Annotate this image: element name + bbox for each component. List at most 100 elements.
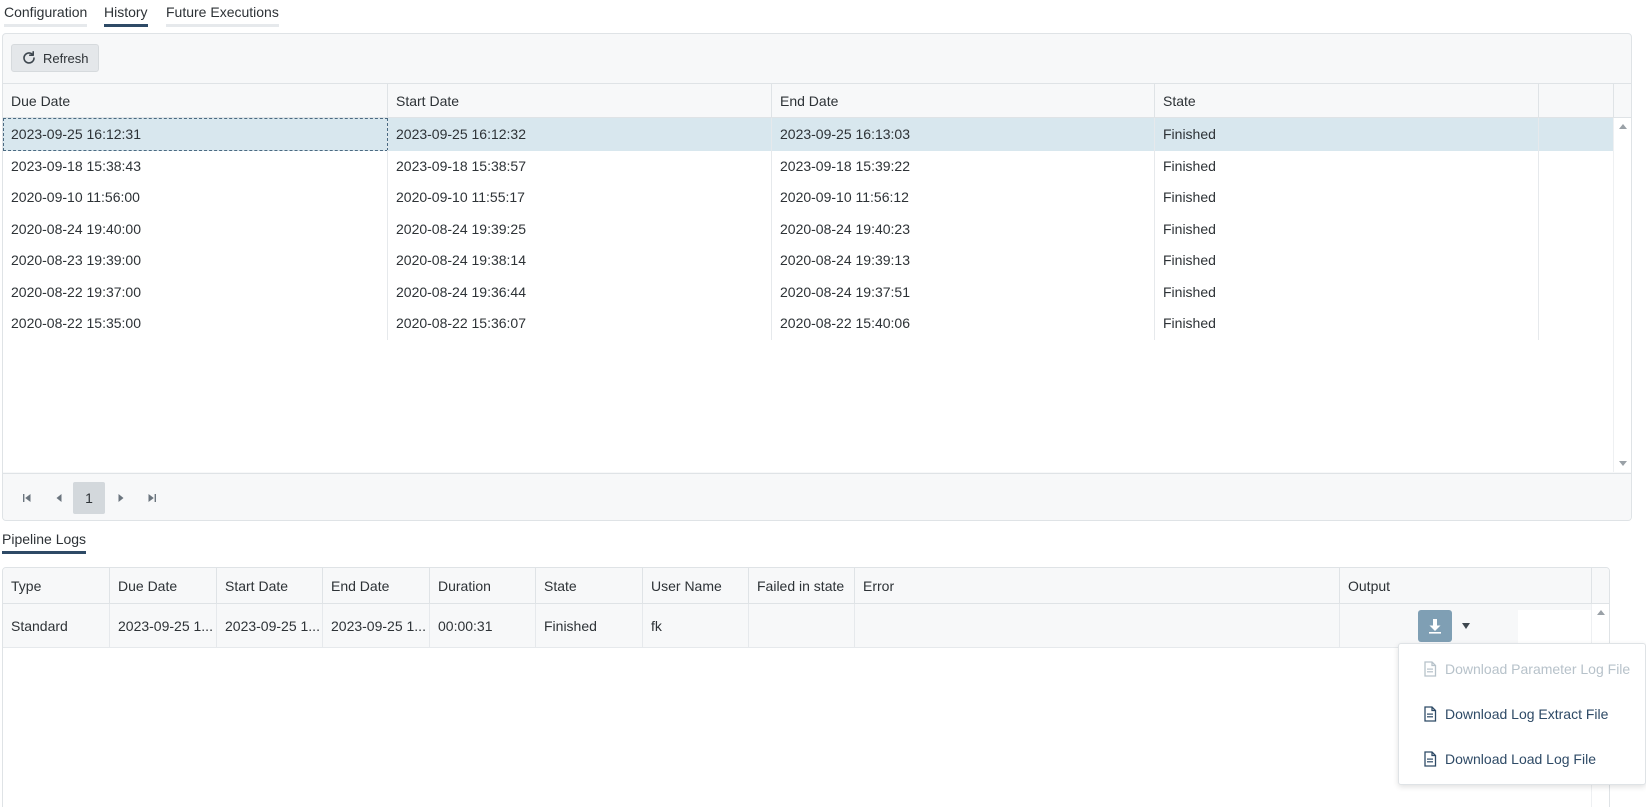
logs-header-scroll-cap <box>1591 568 1609 604</box>
cell-state: Finished <box>1155 307 1539 340</box>
history-toolbar: Refresh <box>3 34 1631 84</box>
output-cell-blank <box>1518 610 1593 644</box>
first-page-button[interactable] <box>11 482 43 514</box>
file-icon <box>1423 661 1437 677</box>
cell-state: Finished <box>1155 212 1539 246</box>
tab-configuration[interactable]: Configuration <box>4 4 88 27</box>
cell-due-date: 2020-09-10 11:56:00 <box>3 181 388 214</box>
history-scrollbar[interactable] <box>1613 118 1631 472</box>
file-icon <box>1423 751 1437 767</box>
history-grid: Due Date Start Date End Date State 2023-… <box>3 83 1631 472</box>
cell-end-date: 2023-09-25 16:13:03 <box>772 118 1155 151</box>
chevron-down-icon <box>1462 623 1470 629</box>
refresh-icon <box>21 50 37 66</box>
cell-end-date: 2020-08-24 19:39:13 <box>772 244 1155 277</box>
table-row[interactable]: 2023-09-25 16:12:31 2023-09-25 16:12:32 20… <box>3 118 1615 151</box>
logs-cell-failed-in-state <box>749 604 855 648</box>
menu-item-label: Download Parameter Log File <box>1445 661 1631 677</box>
column-header-start-date[interactable]: Start Date <box>388 84 772 118</box>
tab-history[interactable]: History <box>104 4 148 27</box>
table-row[interactable]: 2020-08-22 15:35:00 2020-08-22 15:36:07 20… <box>3 307 1615 340</box>
menu-item-download-load-log[interactable]: Download Load Log File <box>1399 739 1645 779</box>
logs-cell-end-date: 2023-09-25 1... <box>323 604 430 648</box>
history-panel: Refresh Due Date Start Date End Date Sta… <box>2 33 1632 521</box>
logs-column-end-date[interactable]: End Date <box>323 568 430 604</box>
cell-due-date: 2020-08-22 15:35:00 <box>3 307 388 340</box>
logs-cell-duration: 00:00:31 <box>430 604 536 648</box>
top-tabs: Configuration History Future Executions <box>0 0 600 30</box>
cell-due-date: 2020-08-24 19:40:00 <box>3 212 388 246</box>
last-page-button[interactable] <box>136 482 168 514</box>
logs-grid-header: Type Due Date Start Date End Date Durati… <box>3 568 1609 604</box>
cell-start-date: 2020-09-10 11:55:17 <box>388 181 772 214</box>
logs-column-user-name[interactable]: User Name <box>643 568 749 604</box>
cell-start-date: 2020-08-24 19:39:25 <box>388 212 772 246</box>
logs-column-error[interactable]: Error <box>855 568 1340 604</box>
logs-column-duration[interactable]: Duration <box>430 568 536 604</box>
file-icon <box>1423 706 1437 722</box>
download-icon <box>1429 619 1441 634</box>
prev-page-icon <box>56 494 62 502</box>
cell-due-date: 2023-09-25 16:12:31 <box>3 118 388 151</box>
menu-item-download-log-extract[interactable]: Download Log Extract File <box>1399 694 1645 734</box>
pipeline-logs-panel: Type Due Date Start Date End Date Durati… <box>2 567 1610 807</box>
menu-item-label: Download Load Log File <box>1445 751 1596 767</box>
table-row[interactable]: 2020-09-10 11:56:00 2020-09-10 11:55:17 20… <box>3 181 1615 214</box>
refresh-button[interactable]: Refresh <box>11 44 99 72</box>
table-row[interactable]: 2020-08-24 19:40:00 2020-08-24 19:39:25 20… <box>3 212 1615 246</box>
cell-end-date: 2020-08-24 19:37:51 <box>772 275 1155 309</box>
cell-due-date: 2020-08-23 19:39:00 <box>3 244 388 277</box>
cell-due-date: 2020-08-22 19:37:00 <box>3 275 388 309</box>
last-page-icon <box>148 494 156 502</box>
column-header-due-date[interactable]: Due Date <box>3 84 388 118</box>
cell-end-date: 2023-09-18 15:39:22 <box>772 149 1155 183</box>
logs-column-failed-in-state[interactable]: Failed in state <box>749 568 855 604</box>
cell-start-date: 2020-08-22 15:36:07 <box>388 307 772 340</box>
logs-column-start-date[interactable]: Start Date <box>217 568 323 604</box>
tab-pipeline-logs[interactable]: Pipeline Logs <box>2 531 87 554</box>
logs-cell-error <box>855 604 1340 648</box>
download-button[interactable] <box>1418 610 1452 642</box>
logs-scroll-up-icon[interactable] <box>1597 610 1605 615</box>
menu-item-label: Download Log Extract File <box>1445 706 1609 722</box>
page-number-current[interactable]: 1 <box>73 482 105 514</box>
table-row[interactable]: 2020-08-23 19:39:00 2020-08-24 19:38:14 20… <box>3 244 1615 277</box>
history-grid-body: 2023-09-25 16:12:31 2023-09-25 16:12:32 20… <box>3 118 1631 472</box>
refresh-label: Refresh <box>43 50 89 66</box>
history-grid-header: Due Date Start Date End Date State <box>3 83 1631 118</box>
cell-state: Finished <box>1155 181 1539 214</box>
tab-future-executions[interactable]: Future Executions <box>166 4 279 27</box>
logs-column-due-date[interactable]: Due Date <box>110 568 217 604</box>
column-header-end-date[interactable]: End Date <box>772 84 1155 118</box>
logs-column-state[interactable]: State <box>536 568 643 604</box>
output-split-button <box>1418 610 1480 642</box>
next-page-icon <box>118 494 124 502</box>
header-scroll-cap <box>1613 84 1631 118</box>
cell-start-date: 2023-09-25 16:12:32 <box>388 118 772 151</box>
table-row[interactable]: 2020-08-22 19:37:00 2020-08-24 19:36:44 20… <box>3 275 1615 309</box>
logs-cell-due-date: 2023-09-25 1... <box>110 604 217 648</box>
table-row[interactable]: 2023-09-18 15:38:43 2023-09-18 15:38:57 20… <box>3 149 1615 183</box>
cell-due-date: 2023-09-18 15:38:43 <box>3 149 388 183</box>
column-header-state[interactable]: State <box>1155 84 1539 118</box>
download-menu-toggle[interactable] <box>1452 610 1480 642</box>
logs-cell-user-name: fk <box>643 604 749 648</box>
pager: 1 <box>3 473 1631 520</box>
cell-end-date: 2020-09-10 11:56:12 <box>772 181 1155 214</box>
download-menu: Download Parameter Log File Download Log… <box>1398 643 1646 785</box>
next-page-button[interactable] <box>105 482 137 514</box>
logs-table-row[interactable]: Standard 2023-09-25 1... 2023-09-25 1...… <box>3 604 1593 648</box>
logs-cell-start-date: 2023-09-25 1... <box>217 604 323 648</box>
scroll-up-icon[interactable] <box>1619 124 1627 129</box>
prev-page-button[interactable] <box>43 482 75 514</box>
first-page-icon <box>23 494 31 502</box>
cell-end-date: 2020-08-22 15:40:06 <box>772 307 1155 340</box>
logs-column-output[interactable]: Output <box>1340 568 1593 604</box>
menu-item-download-parameter-log[interactable]: Download Parameter Log File <box>1399 649 1645 689</box>
cell-state: Finished <box>1155 244 1539 277</box>
cell-start-date: 2023-09-18 15:38:57 <box>388 149 772 183</box>
cell-state: Finished <box>1155 275 1539 309</box>
scroll-down-icon[interactable] <box>1619 461 1627 466</box>
cell-start-date: 2020-08-24 19:38:14 <box>388 244 772 277</box>
logs-column-type[interactable]: Type <box>3 568 110 604</box>
